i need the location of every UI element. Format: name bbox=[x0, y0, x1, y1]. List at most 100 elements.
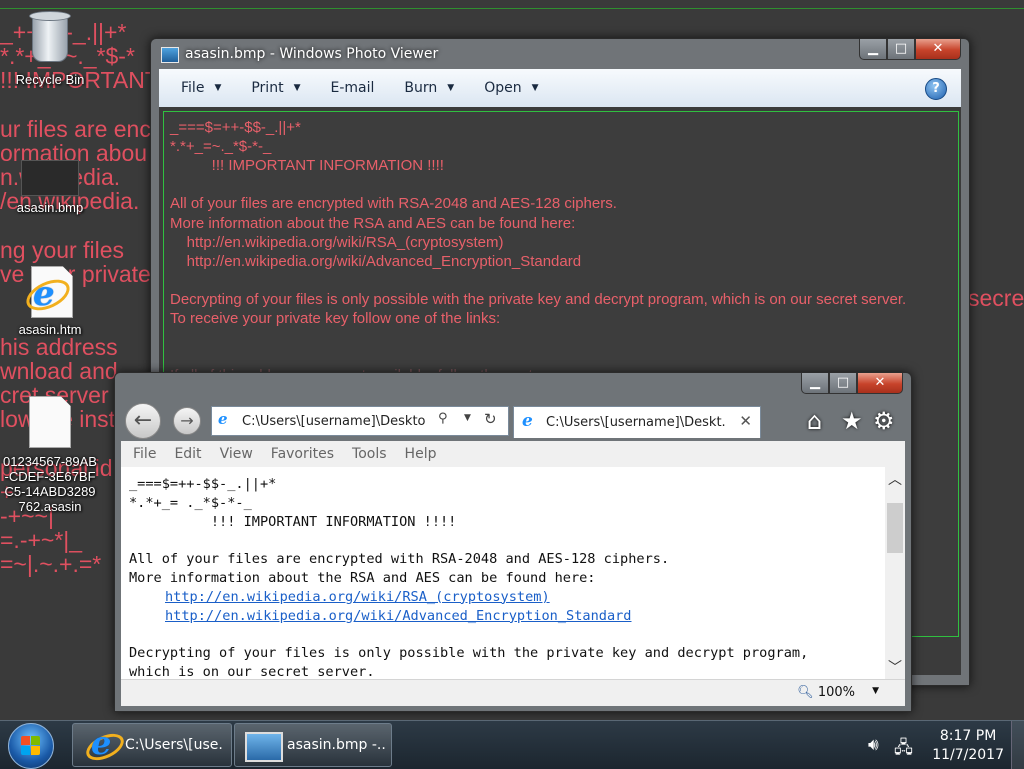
desktop-icon-label: asasin.htm bbox=[18, 322, 82, 337]
ie-icon: e bbox=[82, 724, 128, 766]
favorites-star-icon[interactable]: ★ bbox=[841, 407, 863, 435]
ie-menu-file[interactable]: File bbox=[133, 446, 156, 462]
wallpaper-top-line bbox=[0, 8, 1024, 9]
wallpaper-text-line: wnload and bbox=[0, 357, 118, 384]
menu-label: Print bbox=[251, 80, 284, 96]
ie-menu-help[interactable]: Help bbox=[405, 446, 437, 462]
close-icon: ✕ bbox=[932, 41, 944, 56]
taskbar-button-photo-viewer[interactable]: asasin.bmp -... bbox=[234, 723, 392, 767]
desktop-icon-label: Recycle Bin bbox=[15, 72, 85, 87]
zoom-magnifier-icon: 🔍︎ bbox=[797, 685, 814, 700]
ie-menu-edit[interactable]: Edit bbox=[174, 446, 201, 462]
vertical-scrollbar[interactable]: ︿ ﹀ bbox=[885, 467, 905, 679]
maximize-button[interactable]: □ bbox=[887, 39, 915, 60]
menu-burn[interactable]: Burn ▼ bbox=[404, 80, 454, 96]
dropdown-arrow-icon: ▼ bbox=[447, 83, 455, 93]
start-button[interactable] bbox=[8, 723, 54, 769]
note-text-line: All of your files are encrypted with RSA… bbox=[170, 195, 617, 213]
wallpaper-text-line: his address bbox=[0, 333, 118, 360]
content-text-line: More information about the RSA and AES c… bbox=[129, 570, 596, 586]
clock-date: 11/7/2017 bbox=[932, 747, 1004, 763]
windows-logo-icon bbox=[21, 736, 41, 756]
photo-viewer-titlebar[interactable]: asasin.bmp - Windows Photo Viewer ▁ □ ✕ bbox=[151, 39, 969, 69]
help-button[interactable]: ? bbox=[925, 78, 947, 100]
minimize-icon: ▁ bbox=[810, 375, 820, 390]
ie-titlebar[interactable]: ▁ □ ✕ bbox=[115, 373, 911, 403]
internet-explorer-window[interactable]: ▁ □ ✕ ← → e C:\Users\[username]\Deskto ⚲… bbox=[114, 372, 912, 712]
taskbar-button-label: asasin.bmp -... bbox=[287, 737, 385, 753]
zoom-dropdown-icon[interactable]: ▼ bbox=[872, 686, 879, 696]
content-text-line: !!! IMPORTANT INFORMATION !!!! bbox=[129, 513, 457, 530]
ie-html-file-icon: e bbox=[21, 266, 75, 322]
content-link-line: http://en.wikipedia.org/wiki/RSA_(crypto… bbox=[165, 588, 550, 607]
forward-arrow-icon: → bbox=[180, 411, 194, 430]
note-text-line: *.*+_=~._*$-*-_ bbox=[170, 138, 272, 156]
ie-menu-favorites[interactable]: Favorites bbox=[271, 446, 334, 462]
ie-menu-tools[interactable]: Tools bbox=[352, 446, 387, 462]
wallpaper-text-line: =~|.~.+.=* bbox=[0, 551, 102, 578]
show-desktop-button[interactable] bbox=[1011, 721, 1024, 769]
menu-open[interactable]: Open ▼ bbox=[484, 80, 538, 96]
wikipedia-link[interactable]: http://en.wikipedia.org/wiki/Advanced_En… bbox=[165, 608, 632, 624]
zoom-level[interactable]: 🔍︎ 100% bbox=[797, 685, 855, 700]
note-text-line: http://en.wikipedia.org/wiki/Advanced_En… bbox=[170, 252, 582, 270]
wallpaper-right-fragment: secre bbox=[968, 285, 1024, 311]
desktop-icon-recycle-bin[interactable]: Recycle Bin bbox=[0, 8, 100, 87]
note-text-line: Decrypting of your files is only possibl… bbox=[170, 290, 907, 308]
ie-status-bar: 🔍︎ 100% ▼ bbox=[121, 679, 905, 706]
back-arrow-icon: ← bbox=[133, 408, 153, 433]
content-text-line: *.*+_= ._*$-*-_ bbox=[129, 494, 252, 511]
address-bar[interactable]: e C:\Users\[username]\Deskto ⚲ ▼ ↻ bbox=[211, 406, 509, 436]
system-tray: 🔊︎ 🖧 8:17 PM 11/7/2017 bbox=[854, 721, 1024, 769]
scroll-down-icon[interactable]: ﹀ bbox=[885, 657, 905, 677]
search-icon[interactable]: ⚲ bbox=[438, 411, 448, 426]
menu-label: Burn bbox=[404, 80, 438, 96]
blank-file-icon bbox=[0, 396, 100, 454]
refresh-icon[interactable]: ↻ bbox=[484, 410, 497, 428]
desktop-icon-encrypted-file[interactable]: 01234567-89AB-CDEF-3E67BFC5-14ABD3289762… bbox=[0, 396, 100, 514]
minimize-button[interactable]: ▁ bbox=[859, 39, 887, 60]
scroll-up-icon[interactable]: ︿ bbox=[885, 469, 905, 489]
gear-icon[interactable]: ⚙ bbox=[873, 407, 895, 435]
taskbar-button-ie[interactable]: e C:\Users\[use... bbox=[72, 723, 232, 767]
photo-viewer-command-bar: File ▼ Print ▼ E-mail Burn ▼ Open ▼ ? bbox=[159, 69, 961, 108]
menu-label: E-mail bbox=[330, 80, 375, 96]
menu-e-mail[interactable]: E-mail bbox=[331, 80, 375, 96]
recycle-bin-icon bbox=[0, 8, 100, 72]
wallpaper-text-line: ur files are enc bbox=[0, 115, 151, 142]
maximize-icon: □ bbox=[894, 41, 908, 56]
desktop-icon-asasin-bmp[interactable]: asasin.bmp bbox=[0, 146, 100, 215]
forward-button[interactable]: → bbox=[173, 407, 201, 435]
dropdown-arrow-icon: ▼ bbox=[214, 83, 222, 93]
taskbar-button-label: C:\Users\[use... bbox=[125, 737, 223, 753]
minimize-button[interactable]: ▁ bbox=[801, 373, 829, 394]
clock[interactable]: 8:17 PM 11/7/2017 bbox=[932, 727, 1004, 765]
close-tab-icon[interactable]: ✕ bbox=[739, 412, 752, 430]
scrollbar-thumb[interactable] bbox=[887, 503, 903, 553]
ie-menu-view[interactable]: View bbox=[220, 446, 253, 462]
menu-file[interactable]: File ▼ bbox=[181, 80, 221, 96]
maximize-icon: □ bbox=[836, 375, 850, 390]
tab-title: C:\Users\[username]\Deskt... bbox=[546, 415, 726, 430]
back-button[interactable]: ← bbox=[125, 403, 161, 439]
dropdown-arrow-icon[interactable]: ▼ bbox=[464, 413, 471, 423]
network-icon[interactable]: 🖧 bbox=[894, 735, 913, 764]
home-icon[interactable]: ⌂ bbox=[807, 407, 822, 435]
close-button[interactable]: ✕ bbox=[915, 39, 961, 60]
content-text-line: All of your files are encrypted with RSA… bbox=[129, 551, 670, 568]
close-icon: ✕ bbox=[874, 375, 886, 390]
tab-active[interactable]: e C:\Users\[username]\Deskt... ✕ bbox=[513, 406, 761, 438]
note-text-line: http://en.wikipedia.org/wiki/RSA_(crypto… bbox=[170, 233, 504, 251]
speaker-icon[interactable]: 🔊︎ bbox=[868, 735, 879, 755]
image-file-icon bbox=[0, 160, 100, 196]
menu-print[interactable]: Print ▼ bbox=[251, 80, 300, 96]
close-button[interactable]: ✕ bbox=[857, 373, 903, 394]
maximize-button[interactable]: □ bbox=[829, 373, 857, 394]
wallpaper-text-line: =.-+~*|_ bbox=[0, 527, 83, 554]
desktop-icon-label: asasin.bmp bbox=[16, 200, 84, 215]
address-input[interactable]: C:\Users\[username]\Deskto bbox=[242, 414, 430, 429]
photo-viewer-app-icon bbox=[161, 47, 179, 63]
wikipedia-link[interactable]: http://en.wikipedia.org/wiki/RSA_(crypto… bbox=[165, 589, 550, 605]
note-text-line: More information about the RSA and AES c… bbox=[170, 214, 576, 232]
desktop-icon-asasin-htm[interactable]: e asasin.htm bbox=[0, 266, 100, 337]
